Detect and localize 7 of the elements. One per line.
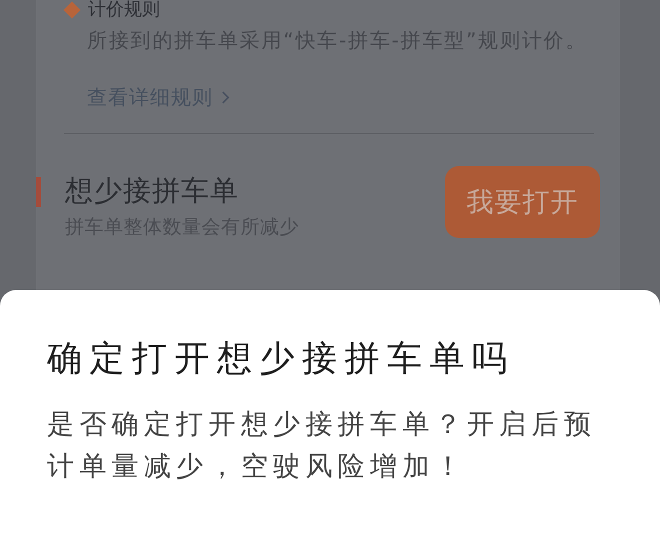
section-title: 计价规则 [88, 0, 160, 20]
setting-title: 想少接拼车单 [65, 173, 240, 209]
dialog-message: 是否确定打开想少接拼车单？开启后预计单量减少，空驶风险增加！ [47, 408, 598, 484]
turn-on-button[interactable]: 我要打开 [445, 166, 600, 238]
chevron-right-icon [221, 90, 230, 105]
accent-bar [36, 177, 41, 207]
dialog-title: 确定打开想少接拼车单吗 [47, 338, 516, 381]
